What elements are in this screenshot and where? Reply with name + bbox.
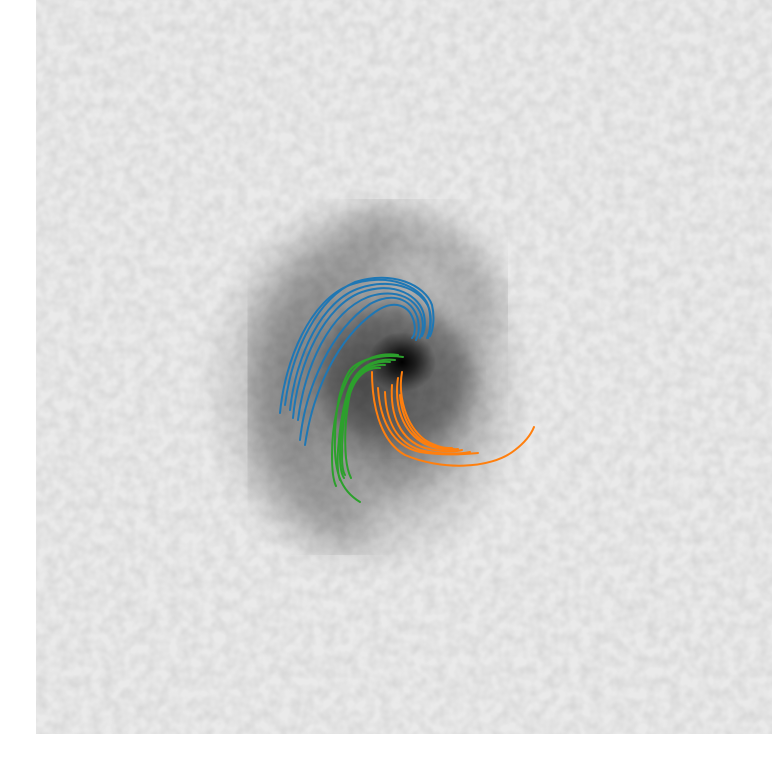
galaxy-image bbox=[36, 0, 772, 734]
galaxy-image-panel bbox=[36, 0, 772, 734]
figure-frame bbox=[0, 0, 772, 759]
